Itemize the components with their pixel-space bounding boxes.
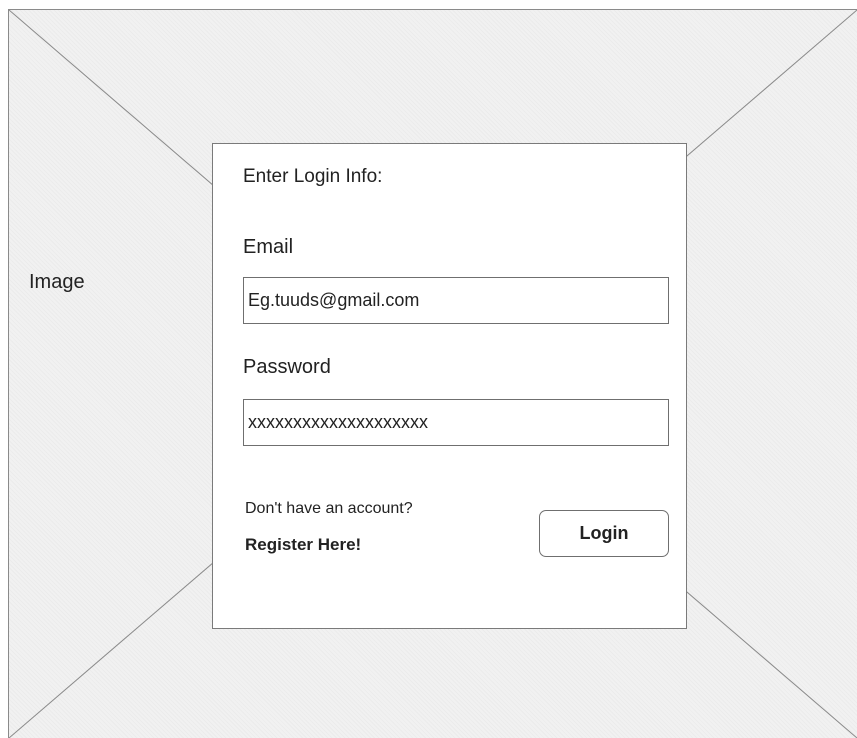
- email-field[interactable]: [243, 277, 669, 324]
- login-heading: Enter Login Info:: [243, 166, 383, 187]
- password-field[interactable]: [243, 399, 669, 446]
- email-label: Email: [243, 236, 294, 258]
- image-label: Image: [29, 271, 85, 293]
- register-link[interactable]: Register Here!: [245, 535, 361, 555]
- register-prompt: Don't have an account?: [245, 500, 413, 517]
- login-button[interactable]: Login: [539, 510, 669, 557]
- login-panel: Enter Login Info: Email Password Don't h…: [212, 143, 687, 629]
- password-label: Password: [243, 356, 331, 378]
